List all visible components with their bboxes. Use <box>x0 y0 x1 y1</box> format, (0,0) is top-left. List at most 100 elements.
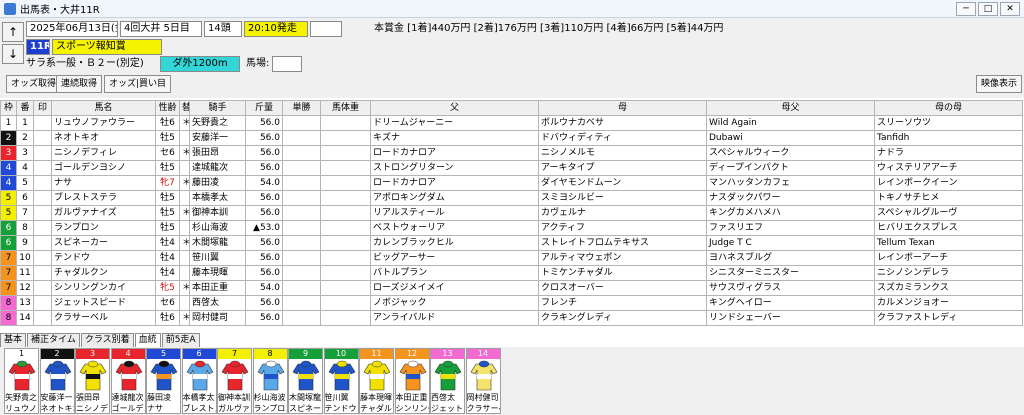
sire-cell: ビッグアーサー <box>370 250 539 266</box>
sex-age-cell: 牡5 <box>155 220 180 236</box>
odds-cell <box>282 160 321 176</box>
tab-last5-a[interactable]: 前5走A <box>161 333 200 347</box>
silk-card[interactable]: 13 西啓太ジェットス <box>430 348 465 414</box>
close-button[interactable]: ✕ <box>1000 2 1020 16</box>
table-row[interactable]: 712 シンリングンカイ牝5＊本田正重54.0 ローズジメイメイクロスオーバーサウス… <box>0 280 1023 296</box>
silk-card[interactable]: 4 達城龍次ゴールデン <box>110 348 146 414</box>
mark-cell <box>33 265 52 281</box>
silk-horse-name: ブレストス <box>182 404 216 413</box>
col-weight[interactable]: 斤量 <box>245 100 283 116</box>
col-damsire[interactable]: 母父 <box>706 100 875 116</box>
table-row[interactable]: 5 6 ブレストステラ 牡5 本橋孝太 56.0 アポロキングダム スミヨシルビー ナスダックパ… <box>0 190 1023 206</box>
dam-cell: アルティマウェポン <box>538 250 707 266</box>
odds-get-button[interactable]: オッズ取得 <box>6 75 62 93</box>
track-label: 馬場: <box>246 58 270 69</box>
jockey-silks-icon <box>221 360 249 391</box>
weight-cell: 56.0 <box>245 190 283 206</box>
silk-card[interactable]: 2 安藤洋一ネオトキオ <box>39 348 75 414</box>
granddam-cell: カルメンジョオー <box>874 295 1023 311</box>
body-weight-cell <box>320 130 371 146</box>
col-body-weight[interactable]: 馬体重 <box>320 100 371 116</box>
silk-card[interactable]: 3 張田昂ニシノデフ <box>75 348 110 414</box>
damsire-cell: Wild Again <box>706 115 875 131</box>
col-gate[interactable]: 枠 <box>0 100 17 116</box>
mark-cell <box>33 295 52 311</box>
dam-cell: ストレイトフロムテキサス <box>538 235 707 251</box>
body-weight-cell <box>320 115 371 131</box>
table-row[interactable]: 33 ニシノデフィレセ6＊張田昂56.0 ロードカナロアニシノメルモスペシャルウィー… <box>0 145 1023 161</box>
col-horse[interactable]: 馬名 <box>51 100 156 116</box>
mark-cell <box>33 175 52 191</box>
silk-card[interactable]: 11 藤本現暉チャダルク <box>359 348 394 414</box>
weight-cell: 56.0 <box>245 310 283 326</box>
maximize-button[interactable]: □ <box>978 2 998 16</box>
weight-cell: 56.0 <box>245 205 283 221</box>
silk-card[interactable]: 8 杉山海波ランプロン <box>252 348 288 414</box>
table-row[interactable]: 4 4 ゴールデンヨシノ 牡5 達城龍次 56.0 ストロングリターン アーキタイプ ディープイ… <box>0 160 1023 176</box>
damsire-cell: キングヘイロー <box>706 295 875 311</box>
weight-cell: 56.0 <box>245 130 283 146</box>
consecutive-get-button[interactable]: 連続取得 <box>56 75 103 93</box>
table-row[interactable]: 8 13 ジェットスピード セ6 西啓太 56.0 ノボジャック フレンチ キングヘイロー カルメ… <box>0 295 1023 311</box>
sex-age-cell: 牝7 <box>155 175 180 191</box>
col-dam[interactable]: 母 <box>538 100 707 116</box>
table-row[interactable]: 6 8 ランプロン 牡5 杉山海波 ▲53.0 ベストウォーリア アクティフ ファスリエフ ヒバリ… <box>0 220 1023 236</box>
tab-pedigree[interactable]: 血統 <box>134 333 161 347</box>
weight-cell: 56.0 <box>245 295 283 311</box>
odds-buy-button[interactable]: オッズ|買い目 <box>104 75 172 93</box>
table-row[interactable]: 45 ナサ牝7＊藤田凌54.0 ロードカナロアダイヤモンドムーンマンハッタンカフェレ… <box>0 175 1023 191</box>
sire-cell: リアルスティール <box>370 205 539 221</box>
entries-table: 枠 番 印 馬名 性齢 替 騎手 斤量 単勝 馬体重 父 母 母父 母の母 11… <box>0 100 1023 326</box>
tab-corrected-time[interactable]: 補正タイム <box>27 333 80 347</box>
table-row[interactable]: 7 10 テンドウ 牡4 笹川翼 56.0 ビッグアーサー アルティマウェポン ヨハネスブルグレ… <box>0 250 1023 266</box>
change-cell: ＊ <box>179 115 190 131</box>
col-granddam[interactable]: 母の母 <box>874 100 1023 116</box>
extra-field <box>310 21 342 37</box>
table-row[interactable]: 69 スピネーカー牡4＊木間塚龍56.0 カレンブラックヒルストレイトフロムテキサス… <box>0 235 1023 251</box>
silk-card[interactable]: 5 藤田凌 ナサ <box>146 348 181 414</box>
col-mark[interactable]: 印 <box>33 100 52 116</box>
horse-name-cell: ランプロン <box>51 220 156 236</box>
prev-race-button[interactable]: ↑ <box>2 22 24 42</box>
sire-cell: ロードカナロア <box>370 145 539 161</box>
horse-name-cell: ガルヴァナイズ <box>51 205 156 221</box>
granddam-cell: Tellum Texan <box>874 235 1023 251</box>
col-win-odds[interactable]: 単勝 <box>282 100 321 116</box>
change-cell <box>179 220 190 236</box>
change-cell: ＊ <box>179 235 190 251</box>
table-row[interactable]: 814 クラサーベル牡6＊岡村健司56.0 アンライバルドクラキングレディリンドシェ… <box>0 310 1023 326</box>
silk-card[interactable]: 12 本田正重シンリング <box>394 348 430 414</box>
sire-cell: キズナ <box>370 130 539 146</box>
gate-cell: 6 <box>0 235 17 251</box>
silk-card[interactable]: 14 岡村健司クラサーベ <box>465 348 501 414</box>
number-cell: 10 <box>16 250 34 266</box>
next-race-button[interactable]: ↓ <box>2 44 24 64</box>
minimize-button[interactable]: ─ <box>956 2 976 16</box>
table-row[interactable]: 11 リュウノファウラー牡6＊矢野貴之56.0 ドリームジャーニーボルウナカベサWi… <box>0 115 1023 131</box>
sex-age-cell: 牡6 <box>155 310 180 326</box>
silk-number: 6 <box>182 349 216 359</box>
dam-cell: ボルウナカベサ <box>538 115 707 131</box>
table-row[interactable]: 7 11 チャダルクン 牡4 藤本現暉 56.0 バトルプラン トミケンチャダル シニスターミニ… <box>0 265 1023 281</box>
gate-cell: 7 <box>0 265 17 281</box>
horse-name-cell: リュウノファウラー <box>51 115 156 131</box>
silk-card[interactable]: 1 矢野貴之リュウノフ <box>4 348 39 414</box>
silk-card[interactable]: 9 木間塚龍スピネーカ <box>288 348 323 414</box>
tab-basic[interactable]: 基本 <box>0 333 27 347</box>
table-row[interactable]: 2 2 ネオトキオ 牡5 安藤洋一 56.0 キズナ ドバウィディティ Dubawi Tanfid… <box>0 130 1023 146</box>
col-jockey[interactable]: 騎手 <box>189 100 246 116</box>
jockey-cell: 矢野貴之 <box>189 115 246 131</box>
col-sex-age[interactable]: 性齢 <box>155 100 180 116</box>
dam-cell: クラキングレディ <box>538 310 707 326</box>
table-row[interactable]: 57 ガルヴァナイズ牡5＊御神本訓56.0 リアルスティールカヴェルナキングカメハメ… <box>0 205 1023 221</box>
silk-card[interactable]: 6 本橋孝太ブレストス <box>181 348 217 414</box>
sex-age-cell: 牡6 <box>155 115 180 131</box>
video-button[interactable]: 映像表示 <box>976 75 1023 93</box>
race-conditions: サラ系一般・Ｂ２ー(別定) <box>26 58 144 69</box>
col-number[interactable]: 番 <box>16 100 34 116</box>
silk-card[interactable]: 7 御神本訓ガルヴァナ <box>217 348 252 414</box>
col-change[interactable]: 替 <box>179 100 190 116</box>
col-sire[interactable]: 父 <box>370 100 539 116</box>
tab-class-results[interactable]: クラス別着 <box>80 333 134 347</box>
silk-card[interactable]: 10 笹川翼 テンドウ <box>323 348 359 414</box>
